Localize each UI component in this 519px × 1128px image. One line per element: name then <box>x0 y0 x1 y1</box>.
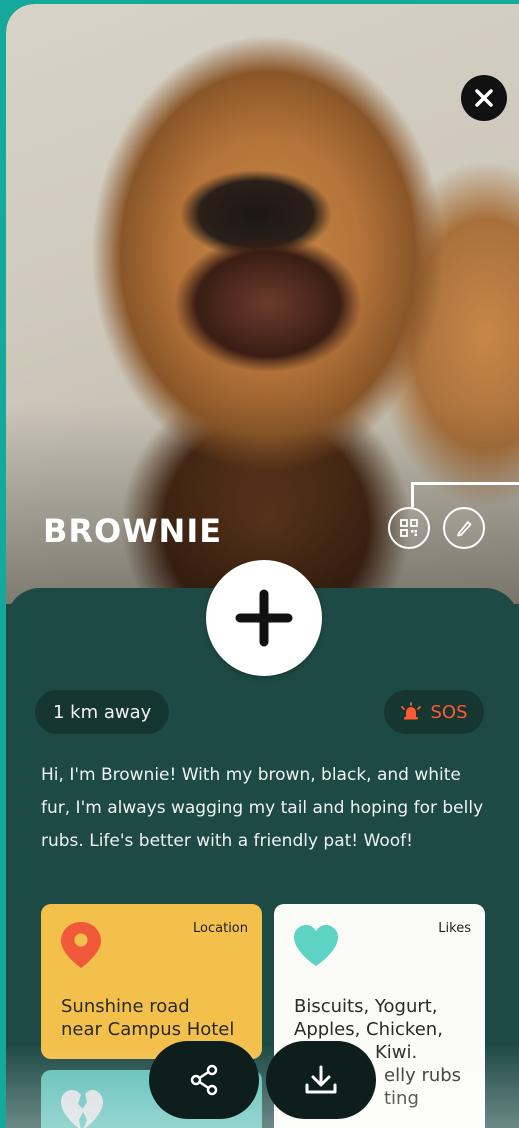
likes-line-2: Apples, Chicken, <box>294 1019 443 1040</box>
sos-label: SOS <box>430 701 468 723</box>
sos-button[interactable]: SOS <box>384 690 484 734</box>
likes-line-4: elly rubs <box>384 1065 462 1086</box>
location-line-1: Sunshine road <box>61 996 190 1017</box>
download-button[interactable] <box>266 1041 376 1119</box>
close-button[interactable] <box>461 75 507 121</box>
alarm-bell-icon <box>401 702 422 720</box>
connector-line <box>411 482 519 507</box>
likes-line-5: ting <box>384 1088 419 1109</box>
close-icon <box>475 89 493 107</box>
pet-bio: Hi, I'm Brownie! With my brown, black, a… <box>41 765 484 851</box>
pencil-icon <box>457 521 472 537</box>
location-line-2: near Campus Hotel <box>61 1019 235 1040</box>
map-pin-icon <box>61 922 101 968</box>
location-card-title: Location <box>193 921 248 936</box>
qr-code-icon <box>400 519 418 537</box>
likes-line-3: Kiwi. <box>375 1042 418 1063</box>
edit-button[interactable] <box>443 507 485 549</box>
heart-icon <box>294 925 338 966</box>
qr-code-button[interactable] <box>388 507 430 549</box>
add-button[interactable] <box>206 560 322 676</box>
plus-icon <box>235 589 293 647</box>
share-icon <box>190 1064 218 1096</box>
broken-heart-icon <box>61 1090 103 1128</box>
pet-profile-screen: BROWNIE 1 km away SOS Hi, I'm Brownie! W… <box>6 4 519 1128</box>
location-card[interactable]: Location Sunshine road near Campus Hotel <box>41 904 262 1059</box>
distance-badge: 1 km away <box>35 690 170 734</box>
share-button[interactable] <box>149 1041 259 1119</box>
likes-card-title: Likes <box>438 921 471 936</box>
download-icon <box>305 1065 337 1094</box>
pet-name: BROWNIE <box>43 512 223 550</box>
likes-line-1: Biscuits, Yogurt, <box>294 996 438 1017</box>
